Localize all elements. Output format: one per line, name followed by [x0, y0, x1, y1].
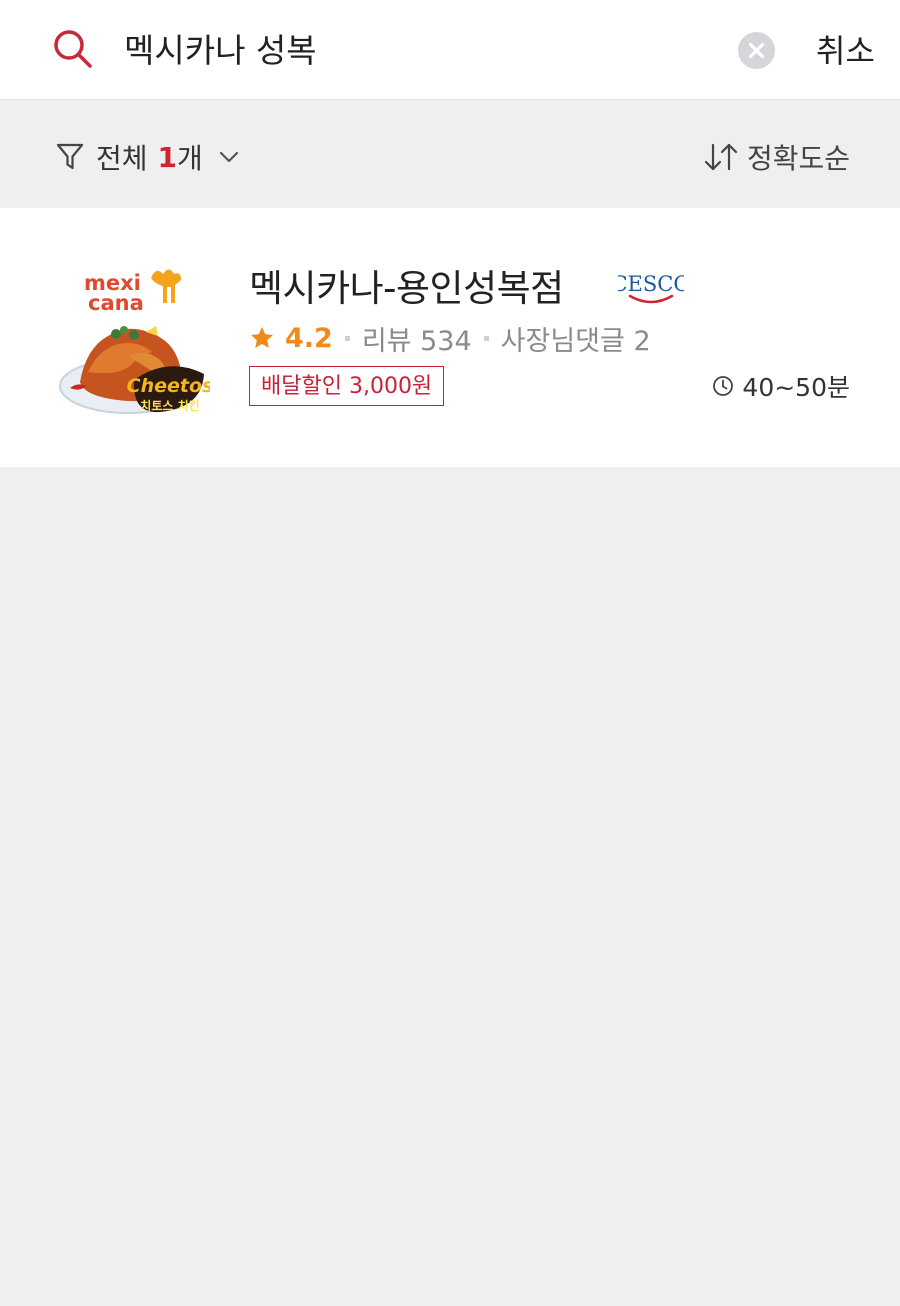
owner-comment-count: 사장님댓글 2 [500, 325, 651, 357]
clear-search-button[interactable] [738, 32, 775, 69]
cesco-badge: CESCO [618, 272, 684, 304]
thumb-brand-line2: cana [88, 291, 144, 315]
clear-icon [748, 42, 765, 59]
cancel-button[interactable]: 취소 [816, 26, 875, 72]
result-count: 1 [157, 140, 178, 174]
star-icon [251, 327, 273, 348]
filter-dropdown[interactable]: 전체 1 개 [56, 137, 239, 177]
sort-label: 정확도순 [746, 142, 850, 175]
store-result-card[interactable]: mexi cana Cheetos 치토스 치킨 멕시카나-용인성복점 CESC… [0, 208, 900, 467]
search-input[interactable] [124, 22, 714, 74]
delivery-time: 40~50분 [712, 368, 850, 404]
search-bar: 취소 [0, 0, 900, 100]
sort-icon [704, 143, 738, 171]
review-count: 리뷰 534 [361, 325, 472, 357]
sort-dropdown[interactable]: 정확도순 [703, 137, 850, 177]
delivery-discount-badge: 배달할인 3,000원 [249, 366, 445, 406]
promo-sub-text: 치토스 치킨 [140, 398, 199, 413]
filter-bar: 전체 1 개 정확도순 [0, 101, 900, 208]
filter-icon [56, 143, 84, 170]
store-meta: 4.2 리뷰 534 사장님댓글 2 [249, 318, 651, 358]
separator-dot [483, 335, 489, 341]
store-thumbnail: mexi cana Cheetos 치토스 치킨 [59, 269, 210, 414]
store-name: 멕시카나-용인성복점 [249, 267, 564, 310]
filter-label: 전체 [96, 142, 148, 175]
promo-logo-text: Cheetos [127, 375, 210, 397]
cesco-text: CESCO [618, 272, 684, 296]
rating-value: 4.2 [285, 322, 333, 354]
delivery-time-value: 40~50분 [742, 373, 850, 402]
search-icon [54, 30, 92, 68]
chevron-down-icon [219, 151, 238, 163]
clock-icon [713, 376, 734, 396]
result-count-unit: 개 [177, 142, 203, 175]
chicken-mascot-icon [151, 269, 181, 303]
separator-dot [344, 335, 350, 341]
